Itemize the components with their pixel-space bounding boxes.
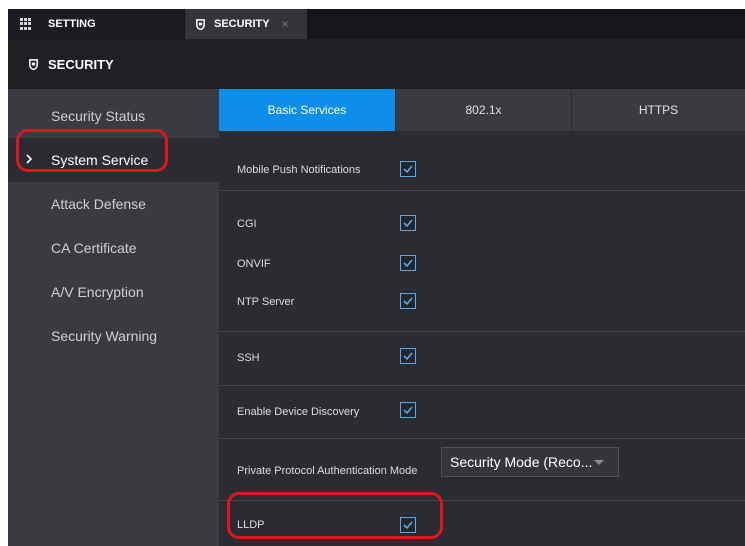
mobile-push-checkbox[interactable] xyxy=(400,161,416,177)
section-header: SECURITY xyxy=(8,39,745,89)
check-icon xyxy=(403,352,413,361)
check-icon xyxy=(403,406,413,415)
cgi-checkbox[interactable] xyxy=(400,215,416,231)
ntp-server-checkbox[interactable] xyxy=(400,293,416,309)
grid-icon xyxy=(20,18,32,30)
app-window: SETTING SECURITY × SECURITY Security Sta… xyxy=(8,9,745,546)
tab-setting[interactable]: SETTING xyxy=(8,9,184,39)
tab-security[interactable]: SECURITY × xyxy=(185,9,307,39)
main-panel: Basic Services 802.1x HTTPS Mobile Push … xyxy=(219,89,745,546)
sidebar-item-av-encryption[interactable]: A/V Encryption xyxy=(8,270,219,314)
sidebar-item-label: Security Warning xyxy=(51,328,158,344)
onvif-checkbox[interactable] xyxy=(400,255,416,271)
auth-mode-label: Private Protocol Authentication Mode xyxy=(237,465,418,477)
sidebar-item-label: A/V Encryption xyxy=(51,284,144,300)
highlight-system-service xyxy=(16,129,168,172)
subtab-bar: Basic Services 802.1x HTTPS xyxy=(219,89,745,131)
tab-8021x[interactable]: 802.1x xyxy=(396,89,571,131)
section-title: SECURITY xyxy=(48,56,114,72)
check-icon xyxy=(403,297,413,306)
caret-down-icon xyxy=(594,460,604,465)
sidebar-item-label: CA Certificate xyxy=(51,240,137,256)
device-discovery-checkbox[interactable] xyxy=(400,402,416,418)
sidebar-item-attack-defense[interactable]: Attack Defense xyxy=(8,182,219,226)
divider xyxy=(219,190,745,191)
sidebar-item-label: Security Status xyxy=(51,108,146,124)
top-bar: SETTING SECURITY × xyxy=(8,9,745,39)
sidebar-item-label: Attack Defense xyxy=(51,196,146,212)
close-icon[interactable]: × xyxy=(282,17,289,31)
divider xyxy=(219,385,745,386)
ntp-server-label: NTP Server xyxy=(237,296,295,308)
onvif-label: ONVIF xyxy=(237,258,271,270)
ssh-checkbox[interactable] xyxy=(400,348,416,364)
sidebar-item-ca-certificate[interactable]: CA Certificate xyxy=(8,226,219,270)
device-discovery-label: Enable Device Discovery xyxy=(237,406,360,418)
divider xyxy=(219,331,745,332)
shield-icon xyxy=(196,18,205,30)
mobile-push-label: Mobile Push Notifications xyxy=(237,164,361,176)
tab-basic-services[interactable]: Basic Services xyxy=(219,89,395,131)
cgi-label: CGI xyxy=(237,218,257,230)
sidebar-item-security-warning[interactable]: Security Warning xyxy=(8,314,219,358)
auth-mode-value: Security Mode (Reco... xyxy=(450,454,593,470)
ssh-label: SSH xyxy=(237,352,260,364)
highlight-lldp xyxy=(227,492,443,539)
check-icon xyxy=(403,219,413,228)
tab-https[interactable]: HTTPS xyxy=(572,89,745,131)
shield-icon xyxy=(29,58,38,70)
tab-security-label: SECURITY xyxy=(214,18,270,30)
divider xyxy=(219,438,745,439)
check-icon xyxy=(403,165,413,174)
auth-mode-select[interactable]: Security Mode (Reco... xyxy=(441,447,619,477)
check-icon xyxy=(403,259,413,268)
tab-setting-label: SETTING xyxy=(48,18,96,30)
